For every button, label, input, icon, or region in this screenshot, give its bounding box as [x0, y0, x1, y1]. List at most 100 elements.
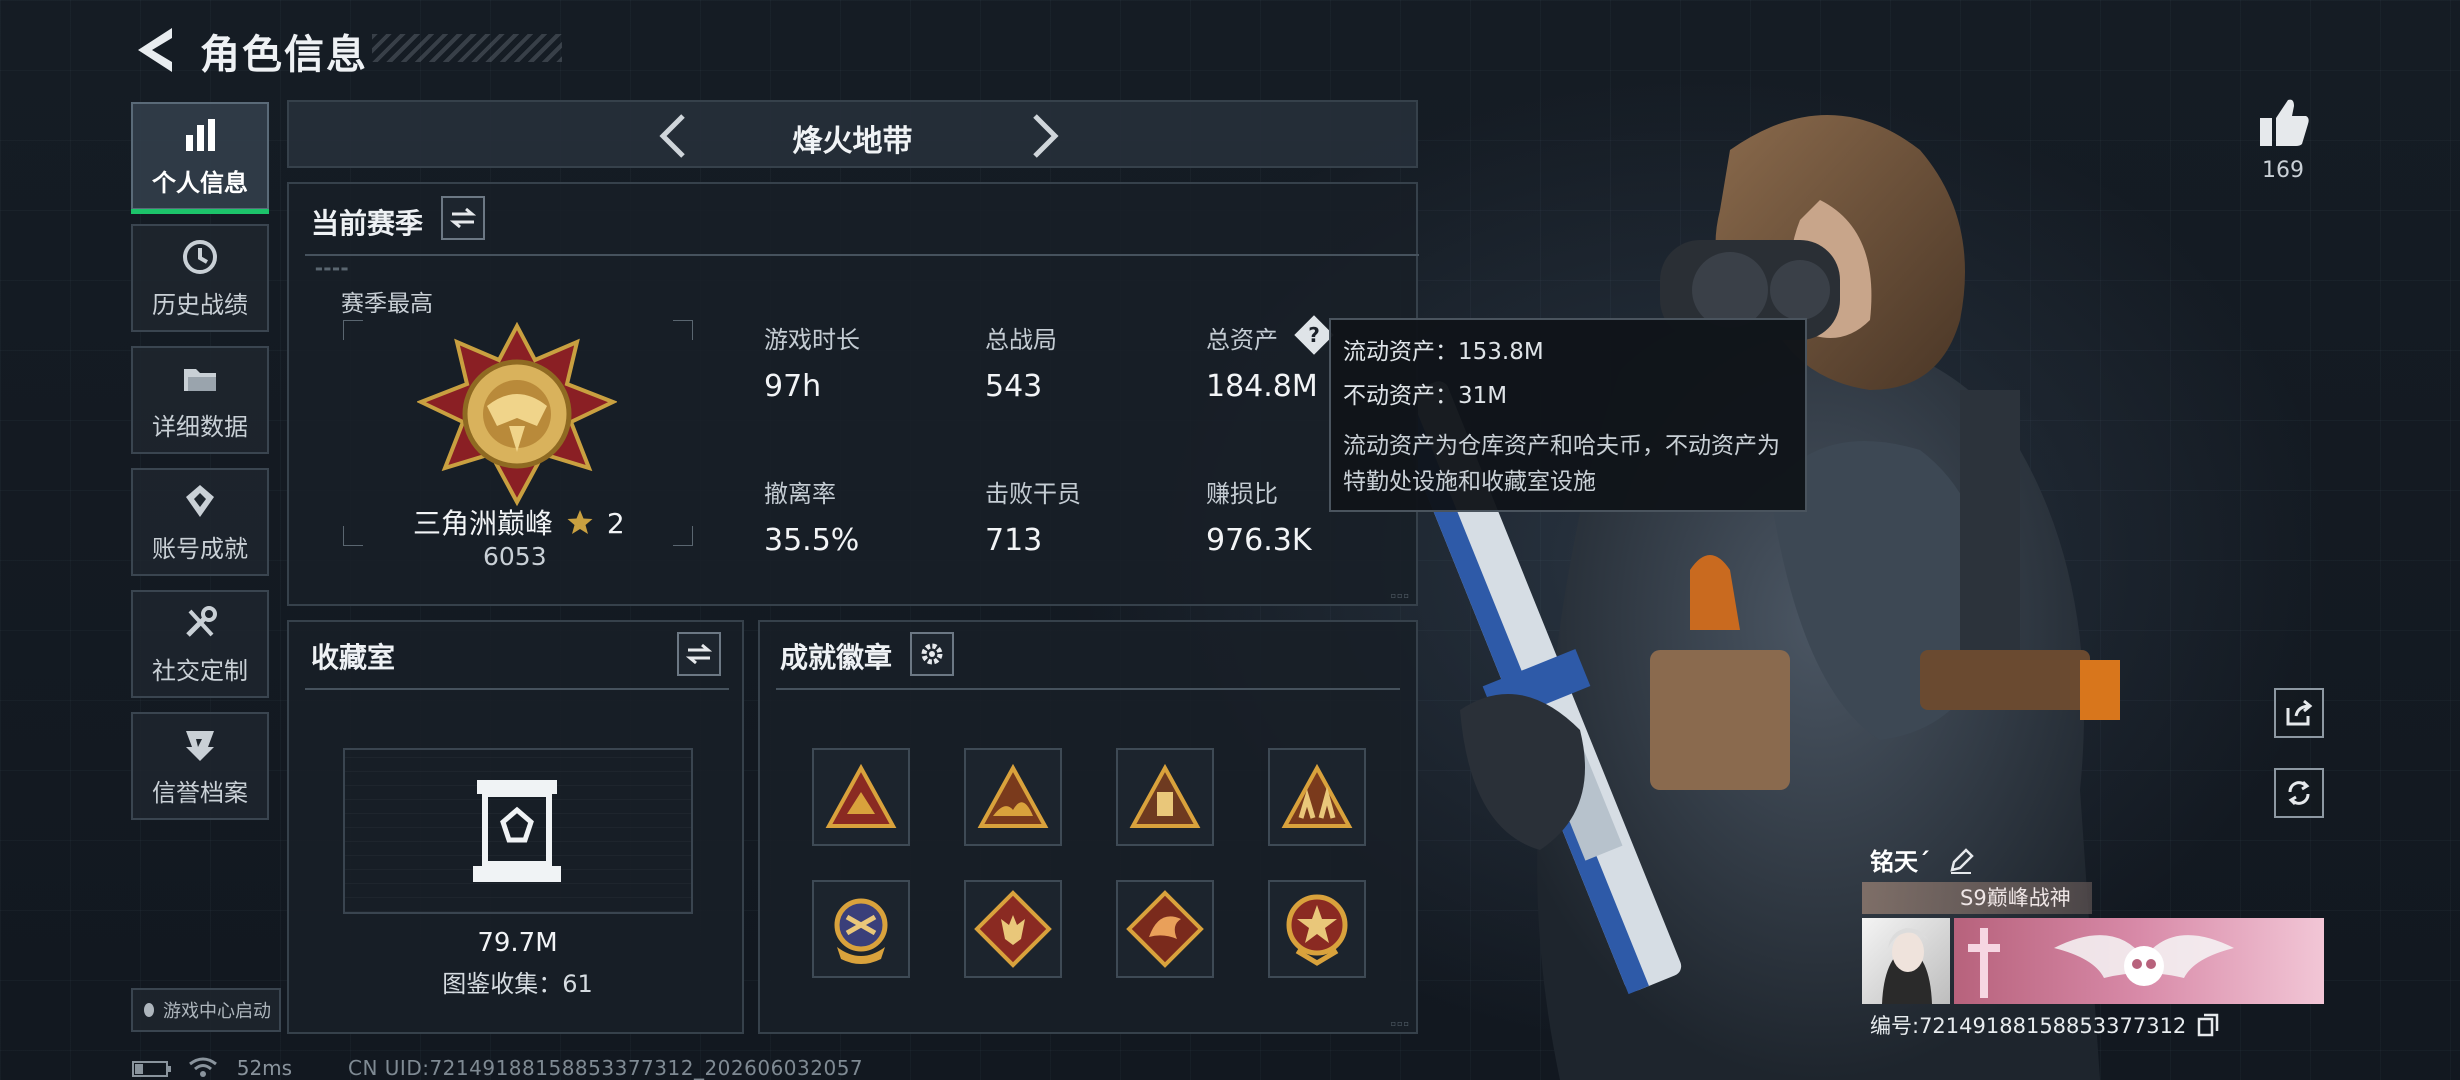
copy-icon[interactable] [2197, 1013, 2219, 1037]
badge-8[interactable] [1268, 880, 1366, 978]
sidebar-item-label: 社交定制 [152, 656, 248, 685]
rank-score: 6053 [483, 542, 547, 571]
badges-settings-button[interactable] [910, 632, 954, 676]
rank-name-row: 三角洲巅峰 2 [413, 502, 625, 542]
battery-icon [132, 1061, 171, 1077]
status-bar: 52ms [132, 1056, 292, 1080]
codex-count: 图鉴收集：61 [442, 970, 593, 998]
player-name-row: 铭天´ [1870, 842, 1975, 877]
share-button[interactable] [2274, 688, 2324, 738]
stat-play-time: 游戏时长 97h [764, 320, 860, 404]
avatar[interactable] [1862, 918, 1950, 1004]
triangle-wave-badge-icon [977, 764, 1049, 828]
collection-panel: 收藏室 79.7M 图鉴收集：61 [287, 620, 744, 1034]
share-icon [2286, 699, 2313, 726]
sidebar-item-label: 个人信息 [152, 168, 248, 197]
refresh-button[interactable] [2274, 768, 2324, 818]
wifi-icon [189, 1057, 218, 1077]
ping-value: 52ms [236, 1056, 293, 1080]
sidebar-item-label: 详细数据 [152, 412, 248, 441]
collection-title: 收藏室 [311, 641, 396, 674]
star-circle-badge-icon [1286, 894, 1348, 966]
stat-label: 击败干员 [985, 480, 1081, 508]
season-switch-button[interactable] [441, 196, 485, 240]
folder-icon [184, 368, 216, 391]
rank-stars: 2 [606, 507, 625, 540]
next-mode-arrow-icon[interactable] [1019, 110, 1069, 162]
triangle-soldiers-badge-icon [1281, 764, 1353, 828]
refresh-icon [2288, 780, 2310, 806]
rank-star-icon [567, 510, 593, 534]
season-best-label: 赛季最高 [341, 291, 433, 317]
assets-tooltip: 流动资产：153.8M 不动资产：31M 流动资产为仓库资产和哈夫币，不动资产为… [1329, 318, 1807, 512]
badges-divider [776, 688, 1400, 690]
emblem-wings-badge-icon [834, 898, 888, 964]
stat-extract-rate: 撤离率 35.5% [764, 474, 859, 558]
season-divider [305, 254, 1419, 256]
stat-total-matches: 总战局 543 [985, 320, 1057, 404]
fixed-assets: 不动资产：31M [1343, 383, 1508, 409]
sidebar-item-label: 历史战绩 [152, 290, 248, 319]
badge-5[interactable] [812, 880, 910, 978]
player-uid-row: 编号:7214918815885337731​2 [1870, 1010, 2219, 1040]
sidebar-item-personal-info[interactable]: 个人信息 [131, 102, 269, 214]
badge-1[interactable] [812, 748, 910, 846]
badge-2[interactable] [964, 748, 1062, 846]
stat-label: 总战局 [985, 326, 1057, 354]
stat-value: 184.8M [1206, 369, 1318, 404]
badge-7[interactable] [1116, 880, 1214, 978]
decor-text: ▬▬▬▬ [315, 264, 350, 273]
game-center-launch-button[interactable]: 游戏中心启动 [131, 988, 281, 1032]
sidebar-item-label: 信誉档案 [152, 778, 248, 807]
stat-value: 976.3K [1206, 523, 1312, 558]
rank-name: 三角洲巅峰 [413, 507, 554, 540]
stat-value: 97h [764, 369, 822, 404]
mode-title: 烽火地带 [792, 124, 913, 159]
corner-decor: ▫▫▫ [1390, 591, 1410, 600]
bar-chart-icon [186, 118, 215, 151]
mode-nav-bar: 烽火地带 [287, 100, 1418, 168]
badge-6[interactable] [964, 880, 1062, 978]
stat-label: 赚损比 [1206, 480, 1278, 508]
tools-icon [186, 605, 217, 637]
help-glyph: ? [1308, 323, 1320, 347]
sidebar-item-history[interactable]: 历史战绩 [131, 224, 269, 332]
current-season-panel: 当前赛季 ▬▬▬▬ 赛季最高 三角洲巅峰 2 6053 游戏时长 97h 总战局… [287, 182, 1419, 606]
bottom-uid: CN UID:7214918815885337731​2_20260603205… [348, 1056, 864, 1080]
sidebar-item-credit-file[interactable]: 信誉档案 [131, 712, 269, 820]
achievement-icon [186, 484, 214, 517]
collection-divider [305, 688, 729, 690]
history-clock-icon [183, 239, 217, 274]
stat-value: 543 [985, 369, 1043, 404]
badge-4[interactable] [1268, 748, 1366, 846]
name-card-banner[interactable] [1954, 918, 2324, 1004]
liquid-assets: 流动资产：153.8M [1343, 339, 1544, 365]
sidebar-item-achievements[interactable]: 账号成就 [131, 468, 269, 576]
sidebar-item-label: 账号成就 [152, 534, 248, 563]
season-title: 当前赛季 [311, 207, 424, 240]
like-count: 169 [2262, 158, 2304, 183]
stat-operators-defeated: 击败干员 713 [985, 474, 1081, 558]
swap-icon [686, 643, 712, 665]
back-arrow-icon[interactable] [132, 24, 180, 76]
edit-pencil-icon[interactable] [1948, 848, 1975, 874]
corner-decor: ▫▫▫ [1390, 1019, 1410, 1028]
badges-title: 成就徽章 [780, 641, 893, 674]
stat-profit-loss: 赚损比 976.3K [1206, 474, 1312, 558]
badges-panel: 成就徽章 ▫▫▫ [758, 620, 1418, 1034]
collection-switch-button[interactable] [677, 632, 721, 676]
rank-emblem-icon [417, 322, 617, 507]
launch-label: 游戏中心启动 [163, 1001, 271, 1022]
triangle-mountain-badge-icon [825, 764, 897, 828]
player-title-tag: S9巅峰战神 [1862, 882, 2092, 914]
credit-shield-icon [186, 730, 214, 761]
thumbs-up-icon[interactable] [2256, 96, 2312, 150]
stat-label: 游戏时长 [764, 326, 860, 354]
player-name: 铭天´ [1870, 848, 1930, 876]
title-decoration [372, 34, 562, 62]
sidebar-item-detailed-data[interactable]: 详细数据 [131, 346, 269, 454]
badge-3[interactable] [1116, 748, 1214, 846]
triangle-tower-badge-icon [1129, 764, 1201, 828]
qq-penguin-icon [144, 1003, 154, 1017]
sidebar-item-social-custom[interactable]: 社交定制 [131, 590, 269, 698]
